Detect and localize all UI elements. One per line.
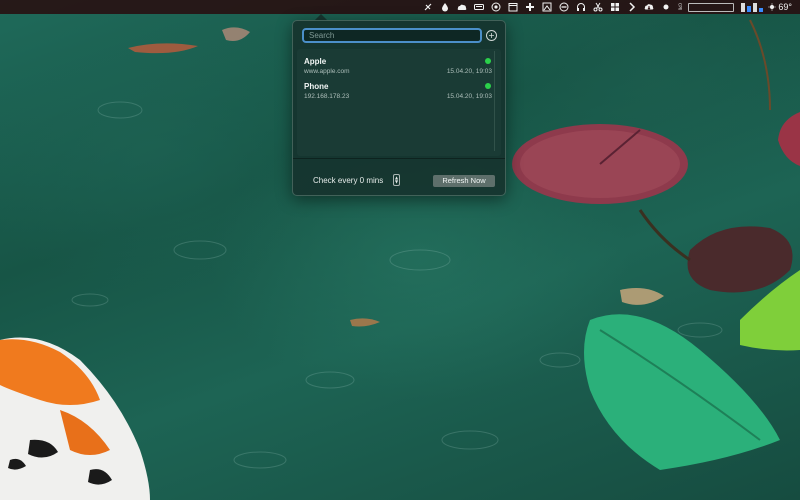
host-address: www.apple.com [304,68,350,75]
host-address: 192.168.178.23 [304,93,350,100]
stepper-down-icon[interactable]: ▼ [395,180,398,184]
sun-icon [768,3,776,11]
no-entry-icon[interactable] [558,2,570,12]
scissors-icon[interactable] [592,2,604,12]
host-monitor-popover: + Apple www.apple.com 15.04.20, 19:03 Ph… [292,20,506,196]
cpu-label: CPU [677,3,683,11]
headphones-icon[interactable] [575,2,587,12]
status-online-icon [485,58,491,64]
host-name: Phone [304,82,329,91]
interval-stepper[interactable]: ▲ ▼ [393,174,400,186]
list-scrollbar[interactable] [494,51,497,151]
host-name: Apple [304,57,327,66]
plus-box-icon[interactable] [524,2,536,12]
menu-bar: CPU 69° [0,0,800,14]
check-interval-label: Check every 0 mins [313,176,384,185]
cloud-download-icon[interactable] [643,2,655,12]
chevron-right-icon[interactable] [626,2,638,12]
dot-icon[interactable] [660,2,672,12]
status-online-icon [485,83,491,89]
cpu-graph[interactable] [688,2,735,12]
calendar-icon[interactable] [507,2,519,12]
satellite-icon[interactable] [422,2,434,12]
host-list[interactable]: Apple www.apple.com 15.04.20, 19:03 Phon… [297,49,501,156]
drop-icon[interactable] [439,2,451,12]
keyboard-icon[interactable] [473,2,485,12]
add-host-button[interactable]: + [486,30,497,41]
footer-divider [293,158,505,159]
grid-icon[interactable] [609,2,621,12]
memory-bars[interactable] [741,2,764,12]
refresh-now-button[interactable]: Refresh Now [433,175,495,187]
host-row-phone[interactable]: Phone 192.168.178.23 15.04.20, 19:03 [304,82,492,104]
target-icon[interactable] [490,2,502,12]
temperature-widget[interactable]: 69° [768,2,792,12]
host-last-check: 15.04.20, 19:03 [446,68,492,75]
host-row-apple[interactable]: Apple www.apple.com 15.04.20, 19:03 [304,57,492,79]
temperature-value: 69° [778,2,792,12]
plus-icon: + [488,30,495,40]
host-last-check: 15.04.20, 19:03 [446,93,492,100]
frame-icon[interactable] [541,2,553,12]
search-input[interactable] [302,28,482,43]
cloud-icon[interactable] [456,2,468,12]
